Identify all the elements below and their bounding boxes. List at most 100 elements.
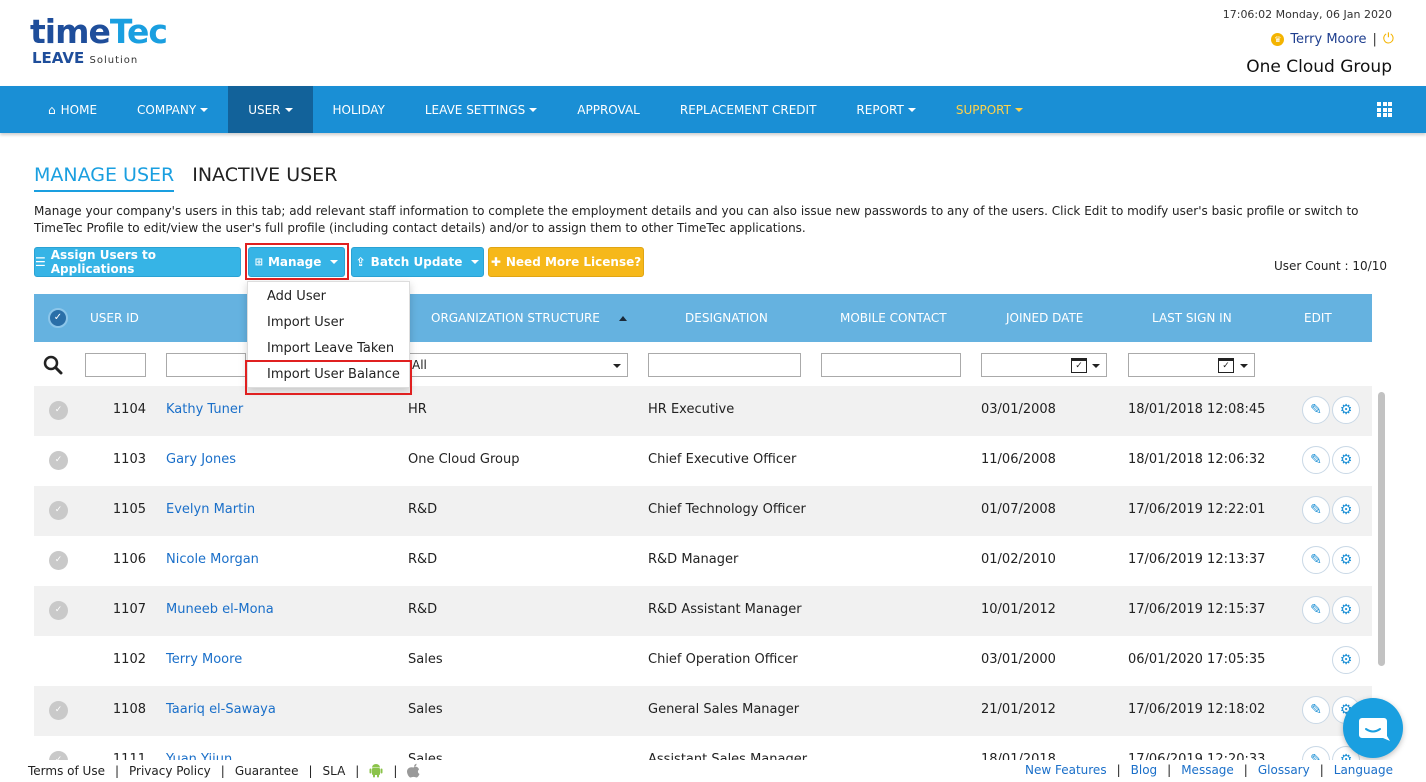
filter-organization-select[interactable]: All	[409, 353, 628, 377]
header-user-id[interactable]: USER ID	[90, 311, 139, 325]
footer-blog-link[interactable]: Blog	[1131, 763, 1158, 777]
menu-item-add-user[interactable]: Add User	[267, 289, 326, 304]
search-icon[interactable]	[43, 355, 63, 375]
edit-pencil-icon[interactable]: ✎	[1302, 546, 1330, 574]
cell-user-name-link[interactable]: Evelyn Martin	[166, 502, 255, 517]
settings-gear-icon[interactable]: ⚙	[1332, 546, 1360, 574]
edit-pencil-icon[interactable]: ✎	[1302, 596, 1330, 624]
nav-approval[interactable]: APPROVAL	[557, 86, 660, 133]
settings-gear-icon[interactable]: ⚙	[1332, 646, 1360, 674]
nav-leave-settings[interactable]: LEAVE SETTINGS	[405, 86, 557, 133]
row-checkbox[interactable]: ✓	[49, 551, 68, 570]
table-row: 1102 Terry Moore Sales Chief Operation O…	[34, 636, 1372, 686]
menu-item-import-user[interactable]: Import User	[267, 315, 344, 330]
assign-users-button[interactable]: ☰ Assign Users to Applications	[34, 247, 241, 277]
settings-gear-icon[interactable]: ⚙	[1332, 396, 1360, 424]
nav-user[interactable]: USER	[228, 86, 313, 133]
filter-name-input[interactable]	[166, 353, 246, 377]
menu-item-import-leave-taken[interactable]: Import Leave Taken	[267, 341, 394, 356]
logo-time: time	[30, 12, 111, 51]
row-checkbox[interactable]: ✓	[49, 701, 68, 720]
table-row: ✓ 1106 Nicole Morgan R&D R&D Manager 01/…	[34, 536, 1372, 586]
footer-language-link[interactable]: Language	[1334, 763, 1393, 777]
android-icon[interactable]	[369, 763, 383, 778]
footer-separator: |	[114, 763, 119, 778]
cell-user-name-link[interactable]: Taariq el-Sawaya	[166, 702, 276, 717]
nav-company[interactable]: COMPANY	[117, 86, 228, 133]
footer-message-link[interactable]: Message	[1181, 763, 1234, 777]
filter-designation-input[interactable]	[648, 353, 801, 377]
plus-icon: ✚	[490, 255, 501, 269]
cell-user-name-link[interactable]: Terry Moore	[166, 652, 242, 667]
chat-bubble-icon	[1359, 718, 1390, 741]
row-checkbox[interactable]: ✓	[49, 601, 68, 620]
cell-organization: HR	[408, 402, 427, 417]
footer-terms-link[interactable]: Terms of Use	[28, 764, 105, 778]
tab-manage-user[interactable]: MANAGE USER	[34, 164, 175, 192]
list-icon: ☰	[35, 255, 46, 269]
need-more-license-button[interactable]: ✚ Need More License?	[488, 247, 644, 277]
user-count: User Count : 10/10	[1273, 259, 1387, 273]
header-last-sign-in[interactable]: LAST SIGN IN	[1152, 311, 1232, 325]
select-all-checkbox[interactable]: ✓	[48, 308, 68, 328]
cell-user-id: 1104	[112, 402, 146, 417]
cell-user-id: 1106	[112, 552, 146, 567]
nav-holiday[interactable]: HOLIDAY	[313, 86, 405, 133]
nav-report[interactable]: REPORT	[836, 86, 935, 133]
crown-icon: ♛	[1271, 32, 1285, 46]
nav-home[interactable]: ⌂ HOME	[0, 86, 117, 133]
edit-pencil-icon[interactable]: ✎	[1302, 696, 1330, 724]
cell-organization: R&D	[408, 602, 438, 617]
footer-guarantee-link[interactable]: Guarantee	[235, 764, 299, 778]
filter-joined-date-input[interactable]: ✓	[981, 353, 1107, 377]
header-mobile-contact[interactable]: MOBILE CONTACT	[840, 311, 947, 325]
settings-gear-icon[interactable]: ⚙	[1332, 496, 1360, 524]
cell-joined-date: 03/01/2008	[981, 402, 1056, 417]
sort-asc-icon[interactable]	[619, 316, 627, 321]
header-organization-structure[interactable]: ORGANIZATION STRUCTURE	[431, 311, 600, 325]
row-checkbox[interactable]: ✓	[49, 451, 68, 470]
settings-gear-icon[interactable]: ⚙	[1332, 446, 1360, 474]
apps-grid-icon[interactable]	[1377, 102, 1392, 117]
power-icon[interactable]: ⏻	[1383, 31, 1394, 47]
table-scrollbar-thumb[interactable]	[1378, 392, 1385, 666]
cell-user-name-link[interactable]: Gary Jones	[166, 452, 236, 467]
header-designation[interactable]: DESIGNATION	[685, 311, 768, 325]
footer-privacy-link[interactable]: Privacy Policy	[129, 764, 211, 778]
footer-separator: |	[1116, 763, 1121, 777]
footer-sla-link[interactable]: SLA	[323, 764, 346, 778]
user-info: ♛ Terry Moore | ⏻	[1271, 31, 1394, 47]
user-name-link[interactable]: Terry Moore	[1290, 32, 1366, 47]
apple-icon[interactable]	[407, 763, 420, 778]
cell-user-name-link[interactable]: Kathy Tuner	[166, 402, 243, 417]
timetec-leave-logo[interactable]: timeTec LEAVE Solution	[30, 12, 168, 69]
main-nav: ⌂ HOME COMPANY USER HOLIDAY LEAVE SETTIN…	[0, 86, 1426, 133]
batch-update-button[interactable]: ⇪ Batch Update	[351, 247, 484, 277]
chat-launcher-button[interactable]	[1343, 698, 1403, 758]
row-checkbox[interactable]: ✓	[49, 401, 68, 420]
filter-user-id-input[interactable]	[85, 353, 146, 377]
cell-last-sign-in: 17/06/2019 12:15:37	[1128, 602, 1266, 617]
edit-pencil-icon[interactable]: ✎	[1302, 396, 1330, 424]
calendar-icon[interactable]: ✓	[1071, 358, 1087, 373]
nav-company-label: COMPANY	[137, 102, 197, 117]
nav-support[interactable]: SUPPORT	[936, 86, 1043, 133]
cell-user-name-link[interactable]: Nicole Morgan	[166, 552, 259, 567]
cell-last-sign-in: 17/06/2019 12:13:37	[1128, 552, 1266, 567]
nav-replacement-credit[interactable]: REPLACEMENT CREDIT	[660, 86, 837, 133]
tab-inactive-user[interactable]: INACTIVE USER	[192, 164, 337, 192]
footer-new-features-link[interactable]: New Features	[1025, 763, 1107, 777]
edit-pencil-icon[interactable]: ✎	[1302, 496, 1330, 524]
batch-update-label: Batch Update	[370, 255, 463, 269]
cell-user-name-link[interactable]: Muneeb el-Mona	[166, 602, 274, 617]
edit-pencil-icon[interactable]: ✎	[1302, 446, 1330, 474]
filter-mobile-input[interactable]	[821, 353, 961, 377]
calendar-icon[interactable]: ✓	[1218, 358, 1234, 373]
row-checkbox[interactable]: ✓	[49, 501, 68, 520]
caret-down-icon	[907, 107, 916, 112]
settings-gear-icon[interactable]: ⚙	[1332, 596, 1360, 624]
footer-glossary-link[interactable]: Glossary	[1258, 763, 1310, 777]
nav-user-label: USER	[248, 102, 281, 117]
filter-last-sign-in-input[interactable]: ✓	[1128, 353, 1255, 377]
header-joined-date[interactable]: JOINED DATE	[1006, 311, 1083, 325]
